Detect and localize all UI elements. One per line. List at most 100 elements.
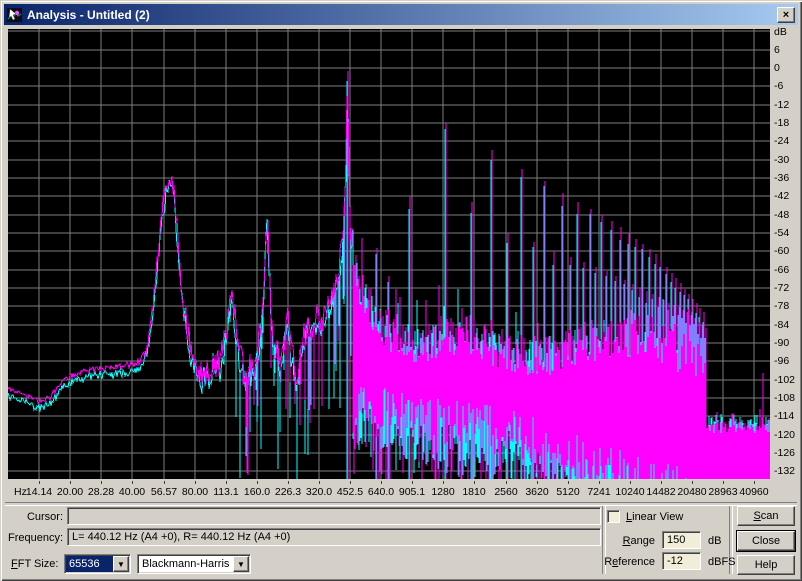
- fft-size-value: 65536: [66, 556, 113, 572]
- window-title: Analysis - Untitled (2): [27, 8, 777, 22]
- db-tick-label: 0: [774, 62, 780, 74]
- db-tick-label: -6: [774, 80, 783, 92]
- db-tick-label: -54: [774, 227, 789, 239]
- fft-size-dropdown-button[interactable]: ▼: [113, 556, 129, 572]
- freq-tick-mark: [599, 481, 600, 484]
- freq-tick-mark: [288, 481, 289, 484]
- freq-tick-label: 5120: [556, 486, 579, 498]
- db-tick-label: -48: [774, 209, 789, 221]
- freq-tick-label: 28963: [708, 486, 737, 498]
- freq-tick-mark: [412, 481, 413, 484]
- freq-tick-label: 20480: [677, 486, 706, 498]
- reference-value: -12: [667, 555, 683, 567]
- freq-tick-label: 2560: [494, 486, 517, 498]
- freq-tick-label: 56.57: [151, 486, 177, 498]
- frequency-label: Frequency:: [0, 532, 63, 544]
- freq-tick-label: 28.28: [88, 486, 114, 498]
- db-tick-label: -12: [774, 99, 789, 111]
- freq-tick-label: 14.14: [26, 486, 52, 498]
- db-tick-label: -126: [774, 447, 795, 459]
- freq-tick-mark: [70, 481, 71, 484]
- reference-unit-label: dBFS: [708, 556, 736, 568]
- freq-tick-mark: [39, 481, 40, 484]
- freq-tick-mark: [661, 481, 662, 484]
- fft-size-label: FFT Size:: [11, 558, 59, 570]
- spectrum-plot: [8, 29, 770, 479]
- freq-tick-mark: [754, 481, 755, 484]
- db-tick-label: -72: [774, 282, 789, 294]
- linear-view-label[interactable]: Linear View: [626, 511, 683, 523]
- freq-tick-mark: [692, 481, 693, 484]
- linear-view-checkbox[interactable]: [607, 510, 620, 523]
- db-axis-unit-label: dB: [774, 26, 787, 38]
- separator-line: [5, 502, 797, 506]
- scan-button[interactable]: Scan: [737, 506, 795, 526]
- db-tick-label: -114: [774, 410, 794, 422]
- cursor-field: [67, 507, 601, 525]
- freq-tick-label: 40.00: [119, 486, 145, 498]
- freq-tick-mark: [506, 481, 507, 484]
- db-tick-label: -132: [774, 465, 795, 477]
- analysis-icon: [7, 7, 23, 23]
- range-value: 150: [667, 534, 685, 546]
- freq-tick-label: 7241: [587, 486, 610, 498]
- analysis-window: Analysis - Untitled (2) × dB 6 0 -6 -12 -18 -2…: [0, 0, 802, 581]
- freq-tick-mark: [350, 481, 351, 484]
- titlebar[interactable]: Analysis - Untitled (2) ×: [4, 4, 798, 25]
- chevron-down-icon: ▼: [237, 560, 245, 569]
- db-tick-label: -84: [774, 319, 789, 331]
- reference-input[interactable]: -12: [662, 552, 701, 570]
- db-axis-labels: dB60-6-12-18-24-30-36-42-48-54-60-66-72-…: [774, 0, 802, 505]
- freq-tick-mark: [257, 481, 258, 484]
- freq-tick-label: 40960: [739, 486, 768, 498]
- window-function-dropdown-button[interactable]: ▼: [233, 556, 249, 572]
- freq-tick-mark: [319, 481, 320, 484]
- cursor-label: Cursor:: [0, 511, 63, 523]
- db-tick-label: -36: [774, 172, 789, 184]
- db-tick-label: -18: [774, 117, 789, 129]
- close-button[interactable]: Close: [737, 531, 795, 551]
- db-tick-label: -42: [774, 190, 789, 202]
- freq-tick-mark: [101, 481, 102, 484]
- freq-tick-mark: [195, 481, 196, 484]
- range-input[interactable]: 150: [662, 531, 701, 549]
- freq-tick-label: 80.00: [182, 486, 208, 498]
- freq-tick-mark: [474, 481, 475, 484]
- window-function-select[interactable]: Blackmann-Harris ▼: [137, 554, 251, 574]
- freq-tick-mark: [381, 481, 382, 484]
- db-tick-label: -108: [774, 392, 795, 404]
- db-tick-label: 6: [774, 44, 780, 56]
- reference-label: Reference: [592, 556, 655, 568]
- frequency-axis-labels: Hz14.1420.0028.2840.0056.5780.00113.1160…: [8, 480, 778, 502]
- help-button[interactable]: Help: [737, 555, 795, 575]
- freq-tick-label: 226.3: [275, 486, 301, 498]
- db-tick-label: -24: [774, 135, 789, 147]
- freq-tick-label: 14482: [646, 486, 675, 498]
- spectrum-plot-area[interactable]: [8, 29, 770, 479]
- freq-tick-label: 320.0: [306, 486, 332, 498]
- freq-tick-mark: [164, 481, 165, 484]
- frequency-value: L= 440.12 Hz (A4 +0), R= 440.12 Hz (A4 +…: [72, 531, 290, 543]
- freq-tick-label: 905.1: [399, 486, 425, 498]
- frequency-field: L= 440.12 Hz (A4 +0), R= 440.12 Hz (A4 +…: [67, 528, 601, 546]
- freq-tick-mark: [630, 481, 631, 484]
- freq-tick-label: 1810: [462, 486, 485, 498]
- db-tick-label: -120: [774, 429, 795, 441]
- freq-tick-label: 640.0: [368, 486, 394, 498]
- db-tick-label: -78: [774, 300, 789, 312]
- freq-tick-mark: [537, 481, 538, 484]
- freq-tick-mark: [443, 481, 444, 484]
- freq-tick-mark: [723, 481, 724, 484]
- db-tick-label: -102: [774, 374, 795, 386]
- fft-size-select[interactable]: 65536 ▼: [64, 554, 131, 574]
- freq-tick-label: 1280: [431, 486, 454, 498]
- db-tick-label: -66: [774, 264, 789, 276]
- freq-tick-mark: [568, 481, 569, 484]
- window-function-value: Blackmann-Harris: [139, 556, 233, 572]
- range-label: Range: [598, 535, 655, 547]
- range-unit-label: dB: [708, 535, 721, 547]
- db-tick-label: -96: [774, 355, 789, 367]
- freq-tick-label: 160.0: [244, 486, 270, 498]
- freq-tick-label: 452.5: [337, 486, 363, 498]
- freq-tick-mark: [226, 481, 227, 484]
